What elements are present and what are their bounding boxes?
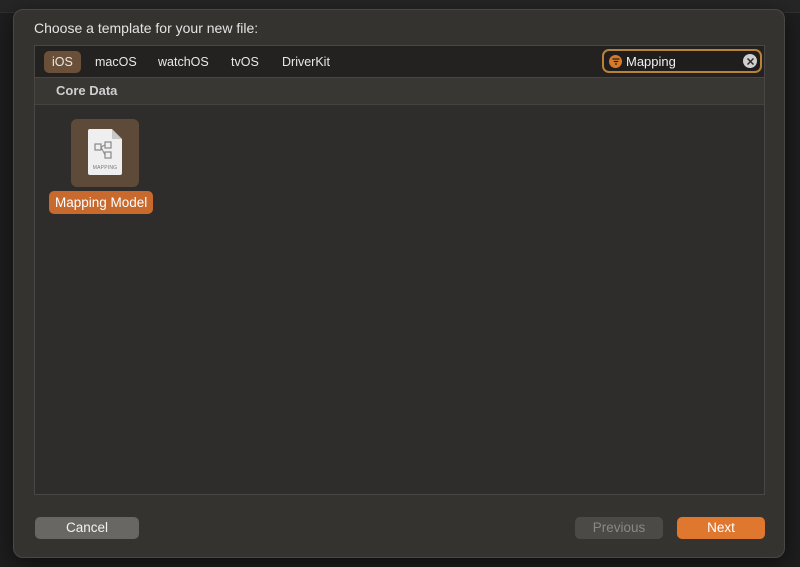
previous-button[interactable]: Previous xyxy=(575,517,663,539)
tab-macos[interactable]: macOS xyxy=(87,51,145,73)
tab-ios[interactable]: iOS xyxy=(44,51,81,73)
filter-icon xyxy=(609,55,622,68)
tab-driverkit[interactable]: DriverKit xyxy=(274,51,338,73)
new-file-template-sheet: Choose a template for your new file: iOS… xyxy=(13,9,785,558)
section-header-core-data: Core Data xyxy=(35,78,764,105)
next-button[interactable]: Next xyxy=(677,517,765,539)
search-input[interactable] xyxy=(626,52,734,71)
section-title: Core Data xyxy=(56,83,118,98)
tab-watchos[interactable]: watchOS xyxy=(150,51,217,73)
template-mapping-model-tile[interactable]: MAPPING xyxy=(71,119,139,187)
cancel-button[interactable]: Cancel xyxy=(35,517,139,539)
clear-search-icon[interactable] xyxy=(743,54,757,68)
template-mapping-model-label[interactable]: Mapping Model xyxy=(49,191,154,214)
tab-tvos[interactable]: tvOS xyxy=(223,51,267,73)
platform-tab-bar: iOS macOS watchOS tvOS DriverKit xyxy=(35,46,764,78)
document-fold xyxy=(112,129,122,139)
template-chooser-panel: iOS macOS watchOS tvOS DriverKit Mapping… xyxy=(34,45,765,495)
template-search-field[interactable] xyxy=(602,49,762,73)
icon-caption: MAPPING xyxy=(92,165,118,171)
sheet-title: Choose a template for your new file: xyxy=(34,20,259,36)
